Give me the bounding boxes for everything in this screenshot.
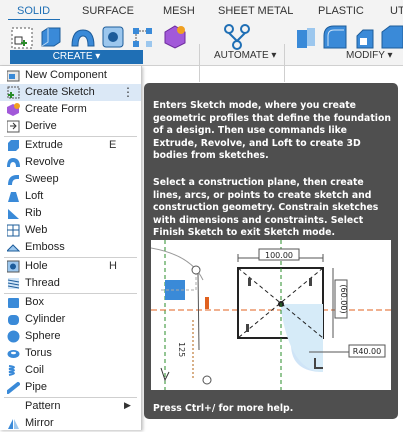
fillet-tool-icon[interactable] [322,24,348,50]
menu-item-hole[interactable]: Hole H [0,258,141,275]
extrude-icon [8,140,19,151]
create-form-icon [7,103,20,116]
tooltip-description: Enters Sketch mode, where you create geo… [153,100,391,161]
sphere-icon [7,330,20,343]
dimension-left: 125 [177,342,186,357]
thread-icon [7,278,20,289]
tab-utilities[interactable]: UTI [390,5,403,17]
menu-item-label: Create Form [25,103,87,115]
rib-icon [8,209,19,219]
ribbon-separator [199,44,200,82]
revolve-tool-icon[interactable] [70,26,96,50]
menu-item-cylinder[interactable]: Cylinder [0,311,141,328]
dimension-width: 100.00 [265,251,293,260]
torus-icon [7,350,20,358]
menu-item-label: Pipe [25,381,48,393]
menu-item-label: Create Sketch [25,86,95,98]
modify-group-dropdown[interactable]: MODIFY ▾ [346,50,393,61]
sketch-illustration: 125 100.00 (60.00) R40.00 [151,240,391,390]
menu-item-label: Web [25,224,48,236]
ribbon-tab-bar: SOLID SURFACE MESH SHEET METAL PLASTIC U… [0,0,403,21]
menu-item-extrude[interactable]: Extrude E [0,137,141,154]
emboss-icon [7,244,20,252]
new-component-icon [7,70,20,82]
menu-item-pipe[interactable]: Pipe [0,379,141,396]
menu-item-label: Torus [25,347,52,359]
menu-item-label: Derive [25,120,57,132]
menu-item-box[interactable]: Box [0,294,141,311]
menu-item-label: Loft [25,190,44,202]
hole-tool-icon[interactable] [102,26,124,48]
mirror-icon [8,419,19,429]
menu-item-label: Pattern [25,400,61,412]
create-sketch-tooltip: Enters Sketch mode, where you create geo… [144,83,398,419]
menu-item-label: Rib [25,207,42,219]
dimension-radius: R40.00 [353,347,381,356]
menu-item-label: Revolve [25,156,65,168]
chamfer-tool-icon[interactable] [355,28,375,50]
derive-icon [7,120,20,133]
menu-item-derive[interactable]: Derive [0,118,141,135]
coil-icon [8,365,15,376]
menu-item-label: Extrude [25,139,63,151]
loft-icon [8,192,19,202]
menu-item-sweep[interactable]: Sweep [0,171,141,188]
menu-item-sphere[interactable]: Sphere [0,328,141,345]
hole-icon [7,260,20,273]
shortcut-key: E [109,139,117,151]
tooltip-instructions: Select a construction plane, then create… [153,177,379,238]
menu-item-pattern[interactable]: Pattern ▶ [0,398,141,415]
menu-item-coil[interactable]: Coil [0,362,141,379]
menu-item-mirror[interactable]: Mirror [0,415,141,432]
create-group-dropdown[interactable]: CREATE ▾ [10,50,143,64]
submenu-arrow-icon: ▶ [124,400,131,410]
menu-item-rib[interactable]: Rib [0,205,141,222]
menu-item-label: Coil [25,364,44,376]
tooltip-help-hint: Press Ctrl+/ for more help. [153,403,294,414]
menu-item-label: Sweep [25,173,59,185]
menu-item-emboss[interactable]: Emboss [0,239,141,256]
form-tool-icon[interactable] [162,24,188,50]
menu-item-label: Box [25,296,44,308]
dimension-height: (60.00) [339,284,348,313]
tab-plastic[interactable]: PLASTIC [318,5,364,17]
sweep-icon [8,175,19,185]
create-sketch-tool-icon[interactable] [10,26,34,50]
automate-group-dropdown[interactable]: AUTOMATE ▾ [214,50,276,61]
menu-item-label: Hole [25,260,48,272]
shortcut-key: H [109,260,117,272]
pipe-icon [7,382,20,394]
menu-item-new-component[interactable]: New Component [0,67,141,84]
press-pull-tool-icon[interactable] [295,26,317,50]
box-icon [8,298,19,308]
menu-item-torus[interactable]: Torus [0,345,141,362]
revolve-icon [7,158,20,167]
automate-tool-icon[interactable] [223,24,251,50]
create-dropdown-menu: New Component Create Sketch ⋮ Create For… [0,66,142,430]
tab-surface[interactable]: SURFACE [82,5,134,17]
menu-item-label: Emboss [25,241,65,253]
tab-sheet-metal[interactable]: SHEET METAL [218,5,293,17]
menu-item-thread[interactable]: Thread [0,275,141,292]
create-sketch-icon [7,86,20,99]
cylinder-icon [8,315,19,325]
menu-item-label: Sphere [25,330,61,342]
web-icon [7,224,20,237]
pattern-tool-icon[interactable] [131,26,155,50]
menu-item-loft[interactable]: Loft [0,188,141,205]
menu-item-revolve[interactable]: Revolve [0,154,141,171]
menu-item-label: New Component [25,69,107,81]
menu-item-label: Mirror [25,417,54,429]
tab-mesh[interactable]: MESH [163,5,195,17]
tab-solid[interactable]: SOLID [17,5,50,17]
ribbon-separator [284,44,285,82]
extrude-tool-icon[interactable] [38,24,64,50]
menu-item-create-form[interactable]: Create Form [0,101,141,118]
more-options-icon[interactable]: ⋮ [122,85,134,99]
menu-item-create-sketch[interactable]: Create Sketch ⋮ [0,84,141,101]
menu-item-label: Cylinder [25,313,66,325]
shell-tool-icon[interactable] [380,24,403,52]
menu-item-label: Thread [25,277,60,289]
menu-item-web[interactable]: Web [0,222,141,239]
